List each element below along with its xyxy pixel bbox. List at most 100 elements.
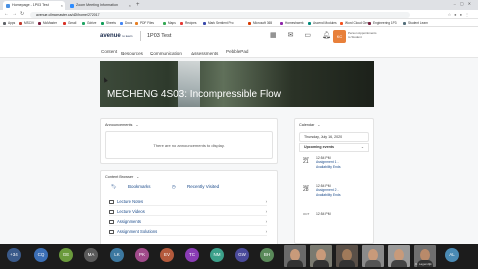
waterfall-image — [178, 61, 200, 107]
bookmark-item[interactable]: PDF Files — [135, 19, 154, 27]
tab-zoom-meeting[interactable]: Zoom Meeting Information × — [67, 1, 133, 10]
module-row[interactable]: Assignment Solutions › — [109, 228, 267, 236]
bookmark-label: Microsoft 365 — [253, 21, 273, 25]
module-label: Assignment Solutions — [117, 229, 158, 234]
bookmark-label: Recipes — [185, 21, 197, 25]
bookmark-icon — [248, 21, 251, 25]
participant-avatar[interactable]: GW — [235, 248, 249, 262]
announcements-header[interactable]: Announcements ⌄ — [105, 123, 138, 127]
bookmark-item[interactable]: McMaster — [38, 19, 57, 27]
calendar-event[interactable]: OCT 12:54 PM — [303, 212, 365, 238]
tab-bookmarks[interactable]: 🔖︎ Bookmarks — [111, 184, 161, 189]
participant-video[interactable] — [284, 245, 306, 267]
bookmark-item[interactable]: Homeshwerk — [280, 19, 304, 27]
tab-label: Homepage - 1P03 Test — [12, 3, 49, 7]
chevron-down-icon: ⌄ — [136, 175, 140, 179]
user-menu[interactable]: Person Appointments to Student — [348, 31, 377, 39]
browser-extension-icons[interactable]: ☆●●⋮ — [448, 10, 472, 19]
close-tab-icon[interactable]: × — [61, 1, 63, 10]
bookmark-icon — [135, 21, 138, 25]
chat-icon[interactable]: ▭ — [304, 32, 311, 39]
user-role: to Student — [348, 35, 362, 39]
bookmark-item[interactable]: Microsoft 365 — [248, 19, 272, 27]
participant-video[interactable] — [388, 245, 410, 267]
url-input[interactable]: avenue.cllmcmaster.ca/d2l/home/272017 — [30, 11, 410, 18]
bookmark-label: Sheets — [106, 21, 116, 25]
bookmark-item[interactable]: Sheets — [101, 19, 116, 27]
participant-avatar[interactable]: NM — [210, 248, 224, 262]
nav-pebblepad[interactable]: PebblePad — [226, 49, 248, 54]
window-controls[interactable]: –▢✕ — [454, 1, 475, 6]
chevron-down-icon: ⌄ — [121, 51, 125, 56]
avenue-logo[interactable]: avenue to learn — [100, 33, 132, 39]
apps-icon — [3, 21, 6, 25]
participant-video[interactable]: R. Lagendijk — [414, 245, 436, 267]
course-title[interactable]: 1P03 Test — [147, 33, 171, 39]
user-avatar[interactable]: KC — [333, 30, 346, 43]
bookmark-item[interactable]: Docs — [120, 19, 132, 27]
participant-video[interactable] — [336, 245, 358, 267]
participant-avatar[interactable]: EV — [160, 248, 174, 262]
bookmark-icon — [308, 21, 311, 25]
tab-recently-visited[interactable]: ◷ Recently Visited — [172, 184, 229, 189]
bookmark-icon — [180, 21, 183, 25]
participant-avatar[interactable]: PK — [135, 248, 149, 262]
chevron-right-icon: › — [265, 229, 267, 234]
notifications-bell-icon[interactable]: 🔔︎ — [322, 32, 331, 39]
bookmark-item[interactable]: MSCIV — [19, 19, 34, 27]
participant-avatar[interactable]: LK — [110, 248, 124, 262]
calendar-header[interactable]: Calendar ⌄ — [299, 123, 320, 127]
course-navbar: Content Resources ⌄ Communication ⌄ Asse… — [0, 47, 478, 58]
module-row[interactable]: Lecture Videos › — [109, 208, 267, 216]
participant-avatar[interactable]: BH — [260, 248, 274, 262]
bookmark-item[interactable]: Mark Sentient Pro — [203, 19, 234, 27]
participant-avatar[interactable]: GE — [59, 248, 73, 262]
bookmark-item[interactable]: Recipes — [180, 19, 197, 27]
calendar-date[interactable]: Thursday, July 16, 2020 — [299, 132, 369, 142]
nav-assessments-label: Assessments — [191, 51, 219, 56]
bookmark-item[interactable]: Maps — [163, 19, 176, 27]
bookmark-item[interactable]: Gdrive — [82, 19, 96, 27]
course-selector-icon[interactable]: ▦ — [270, 32, 277, 39]
bookmark-label: Apps — [8, 21, 16, 25]
messages-icon[interactable]: ✉ — [288, 32, 294, 39]
event-month: OCT — [303, 212, 310, 216]
nav-buttons[interactable]: ←→↻ — [4, 10, 27, 19]
nav-content[interactable]: Content — [101, 49, 117, 54]
content-browser-header[interactable]: Content Browser ⌄ — [105, 175, 139, 179]
module-row[interactable]: Assignments › — [109, 218, 267, 226]
upcoming-events-header[interactable]: Upcoming events ⌄ — [299, 143, 369, 152]
bookmark-icon — [368, 21, 371, 25]
bookmark-icon — [19, 21, 22, 25]
module-row[interactable]: Lecture Notes › — [109, 198, 267, 206]
bookmark-label: PDF Files — [140, 21, 154, 25]
tab-homepage[interactable]: Homepage - 1P03 Test × — [3, 1, 65, 10]
bookmark-item[interactable]: Gmail — [63, 19, 76, 27]
close-tab-icon[interactable]: × — [129, 1, 131, 10]
nav-communication-label: Communication — [150, 51, 182, 56]
calendar-event[interactable]: SEP 28 12:54 PM Assignment 2 - Availabil… — [303, 184, 365, 210]
folder-icon — [109, 220, 114, 224]
calendar-event[interactable]: SEP 21 12:54 PM Assignment 1 - Availabil… — [303, 156, 365, 182]
event-day: 28 — [303, 187, 309, 193]
widget-title: Content Browser — [105, 175, 134, 179]
participant-video[interactable] — [310, 245, 332, 267]
participant-avatar[interactable]: CQ — [34, 248, 48, 262]
event-info: 12:54 PM Assignment 1 - Availability End… — [316, 156, 341, 169]
new-tab-button[interactable]: + — [136, 1, 140, 10]
module-label: Lecture Notes — [117, 199, 144, 204]
participant-video[interactable] — [362, 245, 384, 267]
participant-avatar[interactable]: AL — [445, 248, 459, 262]
more-participants-button[interactable]: +34 — [7, 248, 21, 262]
participant-avatar[interactable]: TC — [185, 248, 199, 262]
bookmark-item[interactable]: Word Cloud Gen — [340, 19, 369, 27]
bookmark-item[interactable]: Student Learn — [403, 19, 428, 27]
person-body — [365, 260, 381, 267]
bookmark-icon — [120, 21, 123, 25]
widget-title: Announcements — [105, 123, 133, 127]
bookmark-item[interactable]: Ascend Modules — [308, 19, 337, 27]
bookmark-item[interactable]: Engineering 1P3 — [368, 19, 397, 27]
participant-avatar[interactable]: MA — [84, 248, 98, 262]
chevron-down-icon: ⌄ — [150, 51, 154, 56]
bookmark-item[interactable]: Apps — [3, 19, 15, 27]
